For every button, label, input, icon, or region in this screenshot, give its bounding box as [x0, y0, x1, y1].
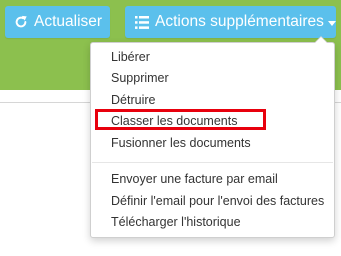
highlight-annotation	[95, 109, 266, 130]
refresh-icon	[14, 15, 28, 29]
more-actions-button[interactable]: Actions supplémentaires	[125, 6, 336, 38]
menu-item-fusionner-documents[interactable]: Fusionner les documents	[111, 134, 251, 152]
refresh-button-label: Actualiser	[34, 13, 103, 30]
chevron-down-icon	[327, 20, 336, 26]
menu-divider	[92, 162, 333, 163]
menu-item-liberer[interactable]: Libérer	[111, 48, 150, 66]
menu-item-detruire[interactable]: Détruire	[111, 91, 155, 109]
refresh-button[interactable]: Actualiser	[5, 6, 110, 38]
actions-dropdown-menu: Libérer Supprimer Détruire Classer les d…	[90, 36, 335, 238]
menu-item-envoyer-facture[interactable]: Envoyer une facture par email	[111, 170, 278, 188]
list-icon	[135, 15, 149, 29]
more-actions-label: Actions supplémentaires	[155, 13, 324, 30]
menu-item-supprimer[interactable]: Supprimer	[111, 69, 169, 87]
menu-item-telecharger-historique[interactable]: Télécharger l'historique	[111, 213, 241, 231]
menu-item-definir-email[interactable]: Définir l'email pour l'envoi des facture…	[111, 192, 324, 210]
